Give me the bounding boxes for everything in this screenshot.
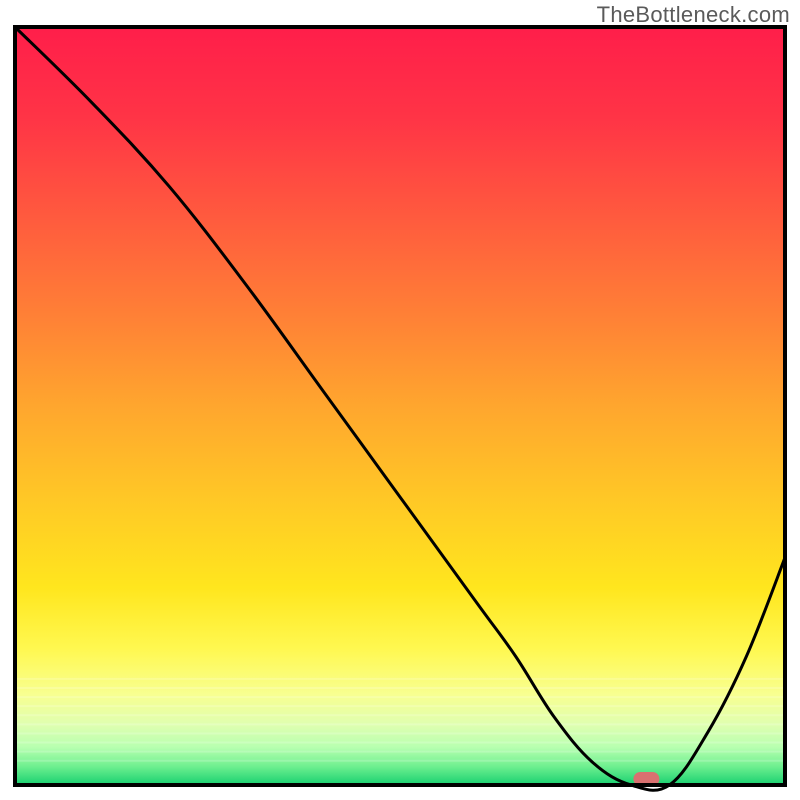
bottleneck-chart — [0, 0, 800, 800]
chart-container: TheBottleneck.com — [0, 0, 800, 800]
chart-background — [15, 27, 785, 785]
